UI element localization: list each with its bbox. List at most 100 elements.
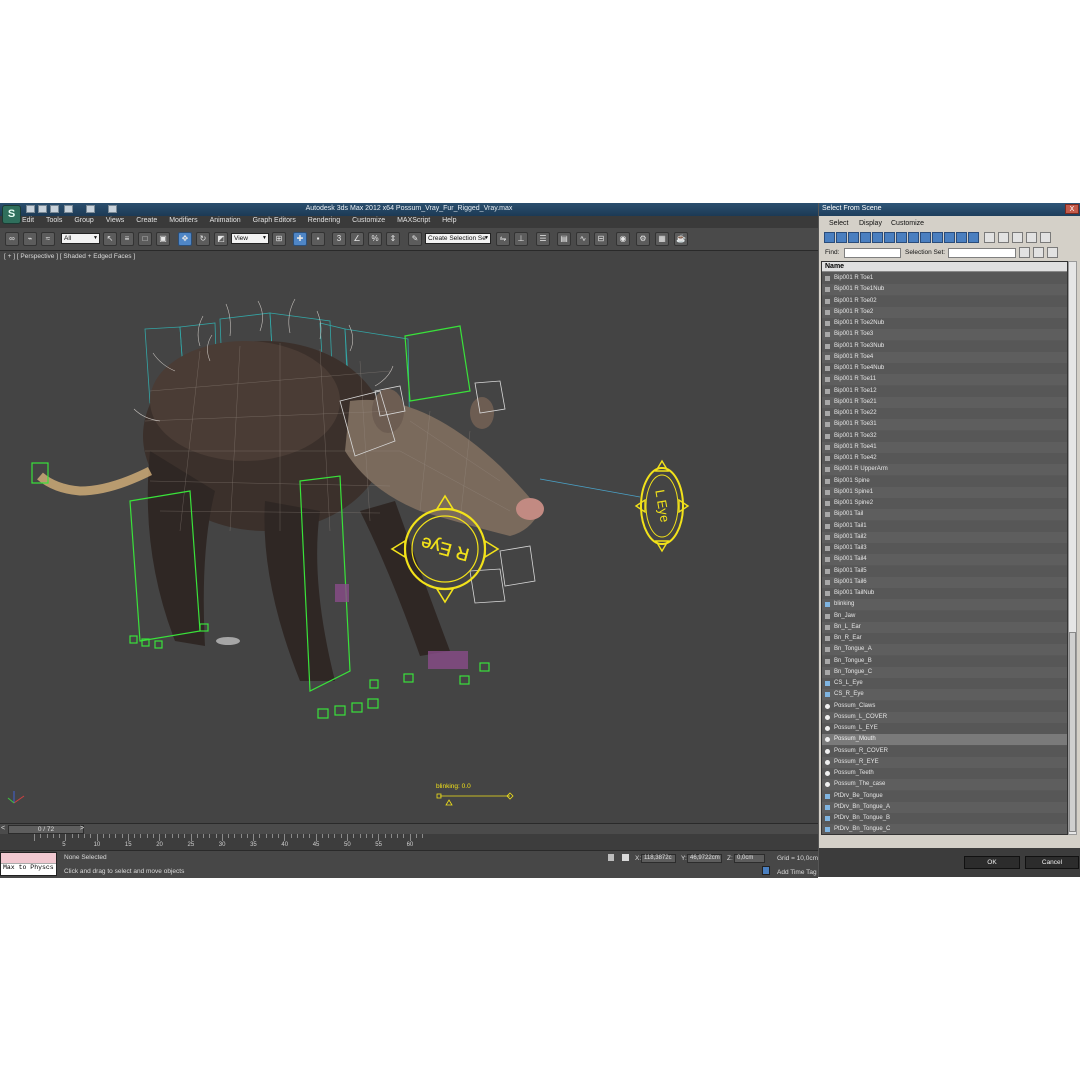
display-all-icon[interactable] <box>968 232 979 243</box>
frame-counter[interactable]: 0 / 72 <box>8 825 84 834</box>
reference-coordinate-dropdown[interactable]: View <box>231 233 269 244</box>
close-icon[interactable]: X <box>1065 204 1079 214</box>
list-item[interactable]: Bip001 R Toe2 <box>822 306 1067 318</box>
list-item[interactable]: CS_L_Eye <box>822 678 1067 689</box>
display-xrefs-icon[interactable] <box>908 232 919 243</box>
layer-manager-icon[interactable]: ☰ <box>536 232 550 246</box>
ok-button[interactable]: OK <box>964 856 1020 869</box>
curve-editor-icon[interactable]: ∿ <box>576 232 590 246</box>
menu-customize[interactable]: Customize <box>352 217 385 224</box>
menu-views[interactable]: Views <box>106 217 125 224</box>
list-item[interactable]: Bip001 R Toe4 <box>822 351 1067 363</box>
menu-edit[interactable]: Edit <box>22 217 34 224</box>
display-groups-icon[interactable] <box>896 232 907 243</box>
angle-snap-icon[interactable]: ∠ <box>350 232 364 246</box>
spinner-snap-icon[interactable]: ⇕ <box>386 232 400 246</box>
list-item[interactable]: Bip001 R Toe31 <box>822 419 1067 431</box>
list-item[interactable]: Bip001 R Toe32 <box>822 430 1067 442</box>
3ds-max-logo-icon[interactable]: S <box>2 205 21 224</box>
list-item[interactable]: Bip001 Spine <box>822 475 1067 487</box>
absolute-mode-icon[interactable] <box>622 854 629 861</box>
rectangular-selection-icon[interactable]: □ <box>138 232 152 246</box>
mirror-icon[interactable]: ⇋ <box>496 232 510 246</box>
filter-icon[interactable] <box>1026 232 1037 243</box>
selection-filter-dropdown[interactable]: All <box>61 233 100 244</box>
display-space-warps-icon[interactable] <box>884 232 895 243</box>
list-item[interactable]: Bip001 TailNub <box>822 588 1067 599</box>
select-object-icon[interactable]: ↖ <box>103 232 117 246</box>
find-input[interactable] <box>844 248 901 258</box>
pivot-center-icon[interactable]: ⊞ <box>272 232 286 246</box>
dialog-menu-customize[interactable]: Customize <box>891 220 924 227</box>
list-item[interactable]: Bn_Jaw <box>822 610 1067 622</box>
list-item[interactable]: Bip001 Tail4 <box>822 554 1067 566</box>
scene-object-list[interactable]: Name Bip001 R Toe1 Bip001 R Toe1Nub Bip001… <box>821 261 1068 835</box>
select-and-scale-icon[interactable]: ◩ <box>214 232 228 246</box>
render-setup-icon[interactable]: ⚙ <box>636 232 650 246</box>
list-item[interactable]: Possum_R_EYE <box>822 756 1067 768</box>
list-item[interactable]: Bip001 R Toe1 <box>822 273 1067 284</box>
list-item[interactable]: Bn_Tongue_C <box>822 666 1067 678</box>
display-children-icon[interactable] <box>1012 232 1023 243</box>
list-item[interactable]: Bip001 R Toe2Nub <box>822 318 1067 329</box>
list-item[interactable]: Bip001 Spine2 <box>822 498 1067 509</box>
list-item[interactable]: Bip001 R Toe42 <box>822 453 1067 464</box>
y-coordinate-field[interactable]: 46,9722cm <box>687 854 722 863</box>
list-item[interactable]: Bip001 R Toe3Nub <box>822 340 1067 352</box>
selection-set-dropdown[interactable] <box>948 248 1016 258</box>
cancel-button[interactable]: Cancel <box>1025 856 1079 869</box>
snaps-toggle-icon[interactable]: 3 <box>332 232 346 246</box>
maxscript-listener[interactable]: Max to Physcs <box>0 852 57 876</box>
align-icon[interactable]: ⊥ <box>514 232 528 246</box>
list-item[interactable]: Bip001 Tail1 <box>822 520 1067 532</box>
rendered-frame-window-icon[interactable]: ▦ <box>655 232 669 246</box>
list-item[interactable]: Possum_R_COVER <box>822 745 1067 757</box>
list-item[interactable]: PtDrv_Be_Tongue <box>822 790 1067 802</box>
list-item[interactable]: Possum_The_case <box>822 779 1067 791</box>
list-item[interactable]: Bip001 Tail3 <box>822 543 1067 554</box>
list-item[interactable]: PtDrv_Bn_Tongue_B <box>822 813 1067 824</box>
schematic-view-icon[interactable]: ⊟ <box>594 232 608 246</box>
named-selection-dropdown[interactable]: Create Selection Se <box>425 233 491 244</box>
menu-modifiers[interactable]: Modifiers <box>169 217 197 224</box>
select-and-link-icon[interactable]: ∞ <box>5 232 19 246</box>
prev-frame-icon[interactable]: < <box>1 825 5 832</box>
menu-group[interactable]: Group <box>74 217 93 224</box>
edit-named-selection-icon[interactable]: ✎ <box>408 232 422 246</box>
blinking-slider[interactable]: blinking: 0.0 <box>436 783 514 806</box>
list-item[interactable]: Bip001 Tail6 <box>822 576 1067 588</box>
list-item[interactable]: Bip001 R Toe1Nub <box>822 284 1067 296</box>
unlink-icon[interactable]: ⌁ <box>23 232 37 246</box>
name-column-header[interactable]: Name <box>822 262 1067 272</box>
track-bar[interactable]: 5 10 15 20 25 30 35 40 45 50 55 60 <box>0 834 818 850</box>
bind-to-space-warp-icon[interactable]: ≈ <box>41 232 55 246</box>
list-item[interactable]: Bip001 R Toe4Nub <box>822 363 1067 374</box>
dialog-menu-display[interactable]: Display <box>859 220 882 227</box>
list-scrollbar[interactable] <box>1068 261 1077 835</box>
display-helpers-icon[interactable] <box>872 232 883 243</box>
z-coordinate-field[interactable]: 0,0cm <box>734 854 765 863</box>
menu-maxscript[interactable]: MAXScript <box>397 217 430 224</box>
graphite-ribbon-icon[interactable]: ▤ <box>557 232 571 246</box>
menu-graph-editors[interactable]: Graph Editors <box>253 217 296 224</box>
list-item[interactable]: Bn_Tongue_B <box>822 655 1067 667</box>
keyboard-shortcut-override-icon[interactable]: ▪ <box>311 232 325 246</box>
list-item[interactable]: Possum_L_EYE <box>822 723 1067 734</box>
sync-selection-icon[interactable] <box>1047 247 1058 258</box>
menu-rendering[interactable]: Rendering <box>308 217 340 224</box>
list-item[interactable]: Possum_Teeth <box>822 768 1067 779</box>
list-item[interactable]: Bip001 R UpperArm <box>822 464 1067 476</box>
display-frozen-icon[interactable] <box>944 232 955 243</box>
dialog-menu-select[interactable]: Select <box>829 220 848 227</box>
display-hidden-icon[interactable] <box>956 232 967 243</box>
list-scrollbar-thumb[interactable] <box>1069 632 1076 832</box>
next-frame-icon[interactable]: > <box>80 825 84 832</box>
list-item[interactable]: CS_R_Eye <box>822 689 1067 701</box>
select-and-rotate-icon[interactable]: ↻ <box>196 232 210 246</box>
select-by-name-icon[interactable]: ≡ <box>120 232 134 246</box>
display-shapes-icon[interactable] <box>836 232 847 243</box>
x-coordinate-field[interactable]: 118,3872c <box>641 854 676 863</box>
list-item[interactable]: Bn_Tongue_A <box>822 644 1067 656</box>
list-item[interactable]: Bip001 R Toe22 <box>822 408 1067 419</box>
list-item[interactable]: PtDrv_Bn_Tongue_A <box>822 801 1067 813</box>
